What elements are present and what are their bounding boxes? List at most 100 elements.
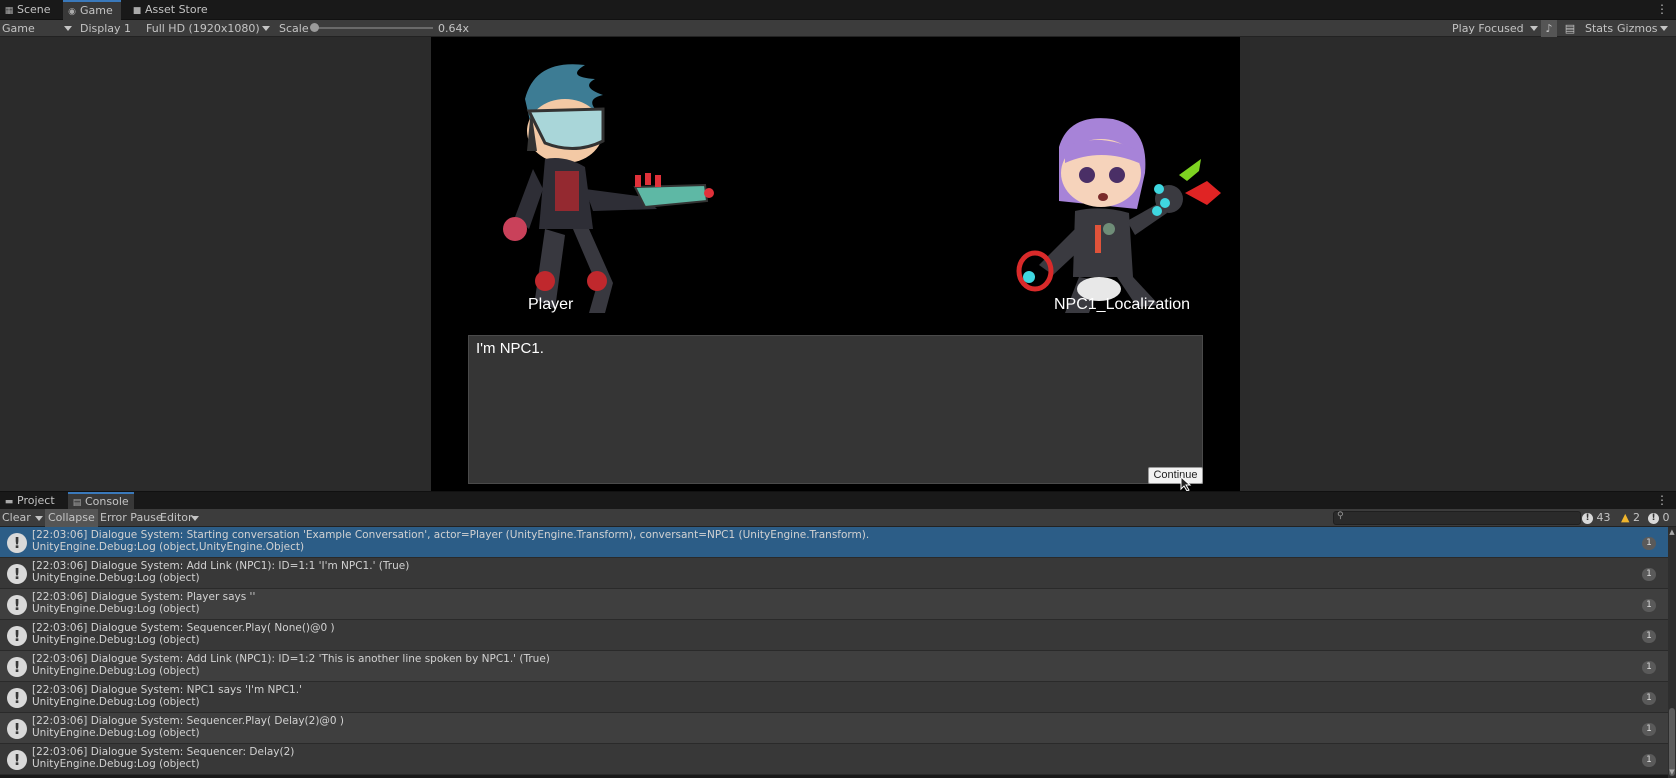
log-stacktrace: UnityEngine.Debug:Log (object) [32, 696, 200, 708]
display-dropdown[interactable]: Display 1 [80, 20, 142, 37]
log-count-badge: 1 [1642, 723, 1656, 736]
log-count-badge: 1 [1642, 754, 1656, 767]
keyboard-shortcuts-icon[interactable]: ▤ [1562, 20, 1578, 37]
tab-scene[interactable]: ▦ Scene [0, 0, 60, 20]
chevron-down-icon [262, 26, 270, 31]
dialogue-text: I'm NPC1. [476, 340, 544, 357]
log-message: [22:03:06] Dialogue System: NPC1 says 'I… [32, 684, 302, 696]
scale-value: 0.64x [438, 22, 470, 35]
npc-name-label: NPC1_Localization [1054, 296, 1191, 313]
scroll-down-icon[interactable]: ▼ [1668, 768, 1676, 776]
scale-slider-handle[interactable] [310, 23, 319, 32]
info-icon: ! [7, 533, 27, 553]
console-scrollbar-thumb[interactable] [1669, 708, 1675, 776]
dialogue-panel: I'm NPC1. [468, 335, 1203, 484]
error-pause-toggle[interactable]: Error Pause [100, 509, 163, 527]
log-entry[interactable]: ! [22:03:06] Dialogue System: Sequencer:… [0, 744, 1668, 775]
log-stacktrace: UnityEngine.Debug:Log (object) [32, 665, 200, 677]
display-dropdown-label: Display 1 [80, 22, 132, 35]
log-count-badge: 1 [1642, 568, 1656, 581]
more-options-icon[interactable]: ⋮ [1656, 493, 1668, 507]
play-mode-dropdown[interactable]: Play Focused [1452, 20, 1540, 37]
store-icon: ■ [132, 6, 142, 16]
chevron-down-icon [35, 516, 43, 521]
player-name-label: Player [528, 296, 574, 313]
log-message: [22:03:06] Dialogue System: Starting con… [32, 529, 870, 541]
warning-icon: ▲ [1621, 511, 1630, 524]
log-entry[interactable]: ! [22:03:06] Dialogue System: Starting c… [0, 527, 1668, 558]
tab-project[interactable]: ▬ Project [0, 492, 64, 510]
tab-asset-store-label: Asset Store [145, 3, 208, 16]
clear-label: Clear [2, 511, 31, 524]
mode-dropdown-label: Game [2, 22, 35, 35]
info-icon: ! [1582, 512, 1593, 524]
resolution-dropdown-label: Full HD (1920x1080) [146, 22, 260, 35]
log-count-badge: 1 [1642, 692, 1656, 705]
editor-label: Editor [160, 511, 193, 524]
info-icon: ! [7, 750, 27, 770]
chevron-down-icon [1660, 26, 1668, 31]
player-character-sprite [503, 64, 714, 313]
tab-asset-store[interactable]: ■ Asset Store [128, 0, 212, 20]
console-search-input[interactable]: ⚲ [1333, 511, 1581, 525]
log-message: [22:03:06] Dialogue System: Player says … [32, 591, 256, 603]
log-entry[interactable]: ! [22:03:06] Dialogue System: Sequencer.… [0, 620, 1668, 651]
more-options-icon[interactable]: ⋮ [1656, 2, 1668, 16]
continue-button[interactable]: Continue [1148, 467, 1203, 484]
resolution-dropdown[interactable]: Full HD (1920x1080) [146, 20, 272, 37]
tab-scene-label: Scene [17, 3, 51, 16]
console-log-list[interactable]: ! [22:03:06] Dialogue System: Starting c… [0, 527, 1668, 778]
collapse-toggle[interactable]: Collapse [45, 509, 98, 527]
npc-character-sprite [1016, 118, 1221, 313]
tab-game[interactable]: ◉ Game [63, 0, 121, 20]
info-icon: ! [7, 657, 27, 677]
info-icon: ! [7, 564, 27, 584]
tab-console[interactable]: ▤ Console [68, 492, 134, 510]
mute-audio-icon[interactable]: ♪ [1541, 20, 1557, 37]
scale-slider-track[interactable] [313, 27, 433, 29]
log-entry[interactable]: ! [22:03:06] Dialogue System: Add Link (… [0, 558, 1668, 589]
mode-dropdown[interactable]: Game [2, 20, 72, 37]
clear-button[interactable]: Clear [2, 509, 43, 527]
chevron-down-icon [191, 516, 199, 521]
log-stacktrace: UnityEngine.Debug:Log (object) [32, 727, 200, 739]
info-count: 43 [1596, 511, 1611, 524]
search-icon: ⚲ [1337, 511, 1344, 521]
editor-tab-bar: ▦ Scene ◉ Game ■ Asset Store ⋮ [0, 0, 1676, 20]
info-filter-toggle[interactable]: ! 43 [1582, 509, 1624, 527]
chevron-down-icon [1530, 26, 1538, 31]
log-stacktrace: UnityEngine.Debug:Log (object) [32, 603, 200, 615]
console-tab-bar: ▬ Project ▤ Console ⋮ [0, 491, 1676, 510]
chevron-down-icon [64, 26, 72, 31]
gizmos-dropdown[interactable]: Gizmos [1617, 20, 1668, 37]
log-message: [22:03:06] Dialogue System: Sequencer: D… [32, 746, 295, 758]
game-toolbar: Game Display 1 Full HD (1920x1080) Scale… [0, 20, 1676, 37]
scroll-up-icon[interactable]: ▲ [1668, 528, 1676, 536]
log-entry[interactable]: ! [22:03:06] Dialogue System: NPC1 says … [0, 682, 1668, 713]
log-stacktrace: UnityEngine.Debug:Log (object,UnityEngin… [32, 541, 305, 553]
log-count-badge: 1 [1642, 537, 1656, 550]
warning-count: 2 [1632, 511, 1640, 524]
log-message: [22:03:06] Dialogue System: Sequencer.Pl… [32, 622, 335, 634]
log-message: [22:03:06] Dialogue System: Add Link (NP… [32, 560, 410, 572]
log-entry[interactable]: ! [22:03:06] Dialogue System: Player say… [0, 589, 1668, 620]
scene-icon: ▦ [4, 6, 14, 16]
log-stacktrace: UnityEngine.Debug:Log (object) [32, 634, 200, 646]
warning-filter-toggle[interactable]: ▲ 2 [1621, 509, 1645, 527]
gizmos-label: Gizmos [1617, 22, 1658, 35]
editor-dropdown[interactable]: Editor [160, 509, 199, 527]
log-entry[interactable]: ! [22:03:06] Dialogue System: Sequencer.… [0, 713, 1668, 744]
log-message: [22:03:06] Dialogue System: Sequencer.Pl… [32, 715, 345, 727]
play-mode-label: Play Focused [1452, 22, 1524, 35]
tab-project-label: Project [17, 494, 55, 507]
info-icon: ! [7, 688, 27, 708]
log-message: [22:03:06] Dialogue System: Add Link (NP… [32, 653, 550, 665]
error-filter-toggle[interactable]: ! 0 [1648, 509, 1674, 527]
error-icon: ! [1648, 512, 1659, 524]
game-controller-icon: ◉ [68, 7, 76, 17]
log-entry[interactable]: ! [22:03:06] Dialogue System: Add Link (… [0, 651, 1668, 682]
stats-button[interactable]: Stats [1585, 20, 1613, 37]
tab-console-label: Console [85, 495, 129, 508]
tab-game-label: Game [80, 4, 113, 17]
mouse-cursor-icon [1180, 476, 1192, 492]
